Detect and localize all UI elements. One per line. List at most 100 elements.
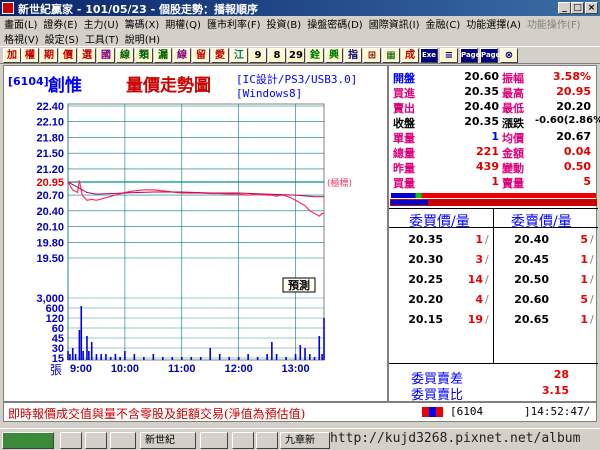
toolbar-button-13[interactable]: 9	[249, 48, 267, 63]
toolbar-button-17[interactable]: 興	[325, 48, 343, 63]
menu-item-row1-1[interactable]: 證券(E)	[43, 16, 77, 31]
toolbar-button-16[interactable]: 銓	[306, 48, 324, 63]
taskbar-item[interactable]	[256, 432, 278, 449]
start-button[interactable]	[2, 432, 54, 449]
toolbar-button-15[interactable]: 29	[287, 48, 305, 63]
menu-item-row1-3[interactable]: 籌碼(X)	[125, 16, 160, 31]
quote-l2: 最高	[502, 87, 524, 100]
toolbar-button-2[interactable]: 期	[40, 48, 58, 63]
minimize-button[interactable]: _	[558, 2, 571, 14]
toolbar-button-6[interactable]: 線	[116, 48, 134, 63]
taskbar-item[interactable]: 九章新	[280, 432, 330, 449]
bid-ask-bars	[390, 193, 597, 207]
price-volume-chart[interactable]: 22.40 22.10 21.80 21.50 21.2020.9520.70 20.40…	[4, 98, 389, 402]
volume-bar	[82, 351, 84, 360]
quote-l1: 昨量	[393, 162, 415, 175]
qty-slash: /	[485, 293, 489, 306]
menu-item-row1-11[interactable]: 功能操作(F)	[527, 16, 581, 31]
toolbar-button-3[interactable]: 價	[59, 48, 77, 63]
toolbar-button-9[interactable]: 線	[173, 48, 191, 63]
toolbar-button-19[interactable]: ⊞	[363, 48, 381, 63]
toolbar-button-26[interactable]: ⊗	[500, 48, 518, 63]
ask-qty: 1	[580, 253, 588, 266]
ask-qty: 1	[580, 273, 588, 286]
toolbar-button-7[interactable]: 類	[135, 48, 153, 63]
taskbar-item[interactable]	[232, 432, 254, 449]
stock-code-input[interactable]: [6104	[450, 405, 483, 418]
bid-price: 20.35	[408, 233, 443, 246]
menu-item-row1-8[interactable]: 國際資訊(I)	[369, 16, 420, 31]
toolbar-button-23[interactable]: ≡	[440, 48, 458, 63]
toolbar-button-5[interactable]: 國	[97, 48, 115, 63]
toolbar-button-18[interactable]: 指	[344, 48, 362, 63]
price-tick-label: 20.10	[36, 222, 64, 234]
quote-v2: 20.20	[556, 100, 591, 113]
menu-item-row2-3[interactable]: 說明(H)	[125, 31, 160, 46]
toolbar-button-12[interactable]: 江	[230, 48, 248, 63]
toolbar-button-24[interactable]: Page	[460, 48, 480, 63]
quote-row: 收盤 20.35漲跌 -0.60(2.86%)	[389, 115, 600, 130]
toolbar-button-11[interactable]: 愛	[211, 48, 229, 63]
toolbar-button-4[interactable]: 選	[78, 48, 96, 63]
toolbar-button-22[interactable]: Exe	[420, 48, 438, 63]
close-button[interactable]: ×	[585, 2, 598, 14]
bid-ask-bar-top	[391, 193, 596, 198]
status-swatch-red-2	[436, 407, 443, 417]
toolbar-button-0[interactable]: 加	[3, 48, 21, 63]
taskbar-item[interactable]	[110, 432, 136, 449]
quote-v1: 1	[491, 130, 499, 143]
toolbar-button-10[interactable]: 留	[192, 48, 210, 63]
menu-item-row1-5[interactable]: 匯市利率(F)	[207, 16, 261, 31]
volume-bar	[86, 336, 88, 360]
toolbar-button-20[interactable]: ▦	[382, 48, 400, 63]
volume-bar	[228, 357, 230, 360]
quote-l2: 漲跌	[502, 117, 524, 130]
toolbar-button-21[interactable]: 成	[401, 48, 419, 63]
ask-price: 20.40	[514, 233, 549, 246]
taskbar-item[interactable]: 新世紀	[140, 432, 196, 449]
ratio-label: 委買賣比	[411, 388, 464, 403]
menu-bar: 畫面(L) 證券(E) 主力(U) 籌碼(X) 期權(Q) 匯市利率(F) 投資(B) 操盤密…	[0, 16, 600, 46]
toolbar-button-25[interactable]: Page	[480, 48, 500, 63]
price-tick-label: 22.10	[36, 117, 64, 129]
qty-slash: /	[590, 253, 594, 266]
taskbar-item[interactable]	[60, 432, 82, 449]
volume-bar	[124, 351, 126, 360]
menu-item-row1-4[interactable]: 期權(Q)	[165, 16, 201, 31]
chart-title: 量價走勢圖	[126, 76, 211, 96]
volume-bar	[321, 354, 323, 360]
bid-price: 20.30	[408, 253, 443, 266]
menu-item-row2-1[interactable]: 設定(S)	[45, 31, 79, 46]
menu-item-row1-9[interactable]: 金融(C)	[425, 16, 460, 31]
qty-slash: /	[590, 313, 594, 326]
volume-bar	[162, 357, 164, 360]
volume-bar	[308, 354, 311, 360]
menu-item-row1-2[interactable]: 主力(U)	[84, 16, 119, 31]
bid-qty: 14	[467, 273, 483, 286]
toolbar-button-8[interactable]: 漏	[154, 48, 172, 63]
price-tick-label: 21.50	[36, 148, 64, 160]
menu-item-row2-0[interactable]: 格視(V)	[4, 31, 39, 46]
taskbar-item[interactable]	[85, 432, 107, 449]
menu-item-row1-10[interactable]: 功能選擇(A)	[466, 16, 521, 31]
price-tick-label: 20.95	[36, 177, 64, 189]
bid-qty: 1	[475, 233, 483, 246]
menu-item-row2-2[interactable]: 工具(T)	[85, 31, 119, 46]
quote-row: 賣出 20.40 最低 20.20	[389, 100, 598, 115]
spread-row: 委買賣差 28	[389, 368, 598, 387]
taskbar-item[interactable]	[200, 432, 228, 449]
reference-label: (極標)	[327, 177, 352, 189]
quote-l2: 均價	[502, 132, 524, 145]
toolbar-button-1[interactable]: 權	[21, 48, 39, 63]
volume-bar	[266, 354, 268, 360]
menu-item-row1-0[interactable]: 畫面(L)	[4, 16, 37, 31]
ask-price: 20.45	[514, 253, 549, 266]
toolbar-button-14[interactable]: 8	[268, 48, 286, 63]
qty-slash: /	[485, 233, 489, 246]
menu-item-row1-7[interactable]: 操盤密碼(D)	[307, 16, 363, 31]
orderbook-row: 20.35 1 20.40 5//	[389, 233, 598, 253]
quote-v2: 0.04	[563, 145, 591, 158]
menu-item-row1-6[interactable]: 投資(B)	[267, 16, 302, 31]
maximize-button[interactable]: □	[571, 2, 584, 14]
price-tick-label: 20.40	[36, 206, 64, 218]
